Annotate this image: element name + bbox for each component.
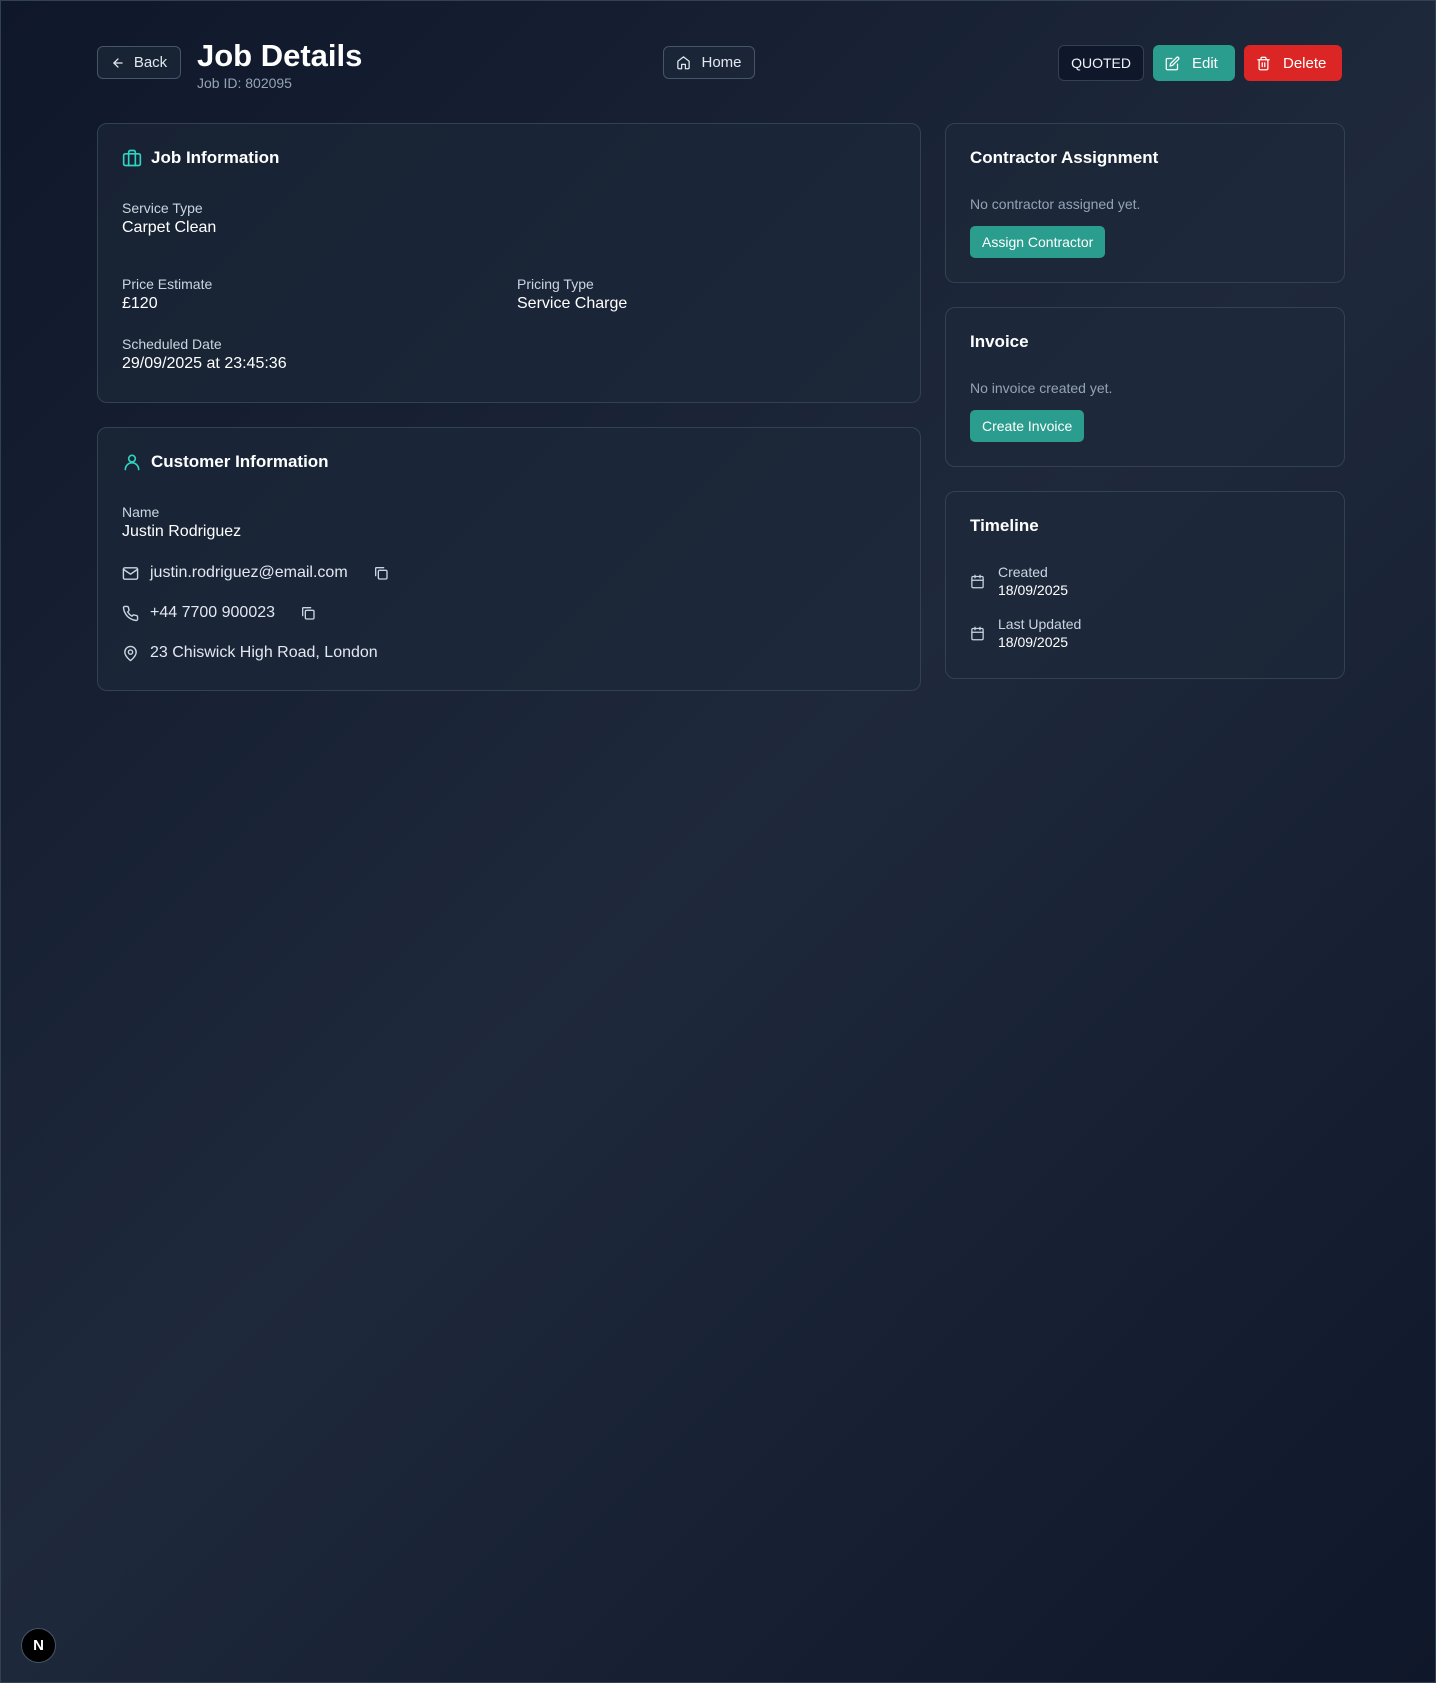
price-estimate-field: Price Estimate £120	[122, 276, 212, 313]
briefcase-icon	[122, 148, 142, 168]
home-button[interactable]: Home	[663, 46, 755, 79]
customer-information-heading: Customer Information	[122, 452, 329, 472]
scheduled-date-label: Scheduled Date	[122, 336, 222, 352]
customer-name-value: Justin Rodriguez	[122, 523, 242, 540]
created-date: 18/09/2025	[998, 582, 1069, 598]
scheduled-date-value: 29/09/2025 at 23:45:36	[122, 355, 287, 372]
job-information-title: Job Information	[151, 148, 280, 167]
header-actions: QUOTED Edit Delete	[1058, 45, 1342, 81]
customer-email[interactable]: justin.rodriguez@email.com	[150, 564, 348, 582]
back-label: Back	[133, 54, 168, 71]
price-estimate-value: £120	[122, 295, 158, 312]
home-label: Home	[701, 54, 742, 71]
timeline-card: Timeline Created 18/09/2025 Last Updated…	[945, 491, 1345, 679]
user-icon	[122, 452, 142, 472]
create-invoice-button[interactable]: Create Invoice	[970, 410, 1085, 442]
invoice-card: Invoice No invoice created yet. Create I…	[945, 307, 1345, 467]
timeline-title: Timeline	[970, 516, 1039, 535]
created-label: Created	[998, 564, 1048, 580]
service-type-label: Service Type	[122, 200, 203, 216]
customer-address-row: 23 Chiswick High Road, London	[122, 644, 378, 662]
dev-tools-badge[interactable]: N	[21, 1628, 56, 1663]
pricing-type-value: Service Charge	[517, 295, 628, 312]
customer-name-field: Name Justin Rodriguez	[122, 504, 241, 541]
calendar-icon	[970, 574, 985, 589]
contractor-assignment-card: Contractor Assignment No contractor assi…	[945, 123, 1345, 283]
status-badge: QUOTED	[1058, 45, 1144, 81]
copy-icon[interactable]	[373, 565, 389, 581]
edit-icon	[1165, 56, 1180, 71]
invoice-title: Invoice	[970, 332, 1029, 351]
phone-icon	[122, 605, 139, 622]
updated-date: 18/09/2025	[998, 634, 1069, 650]
invoice-empty-text: No invoice created yet.	[970, 380, 1113, 396]
delete-button[interactable]: Delete	[1244, 45, 1342, 81]
home-icon	[676, 55, 691, 70]
timeline-created: Created 18/09/2025	[970, 564, 1068, 598]
customer-phone[interactable]: +44 7700 900023	[150, 604, 275, 622]
pricing-type-field: Pricing Type Service Charge	[517, 276, 627, 313]
delete-label: Delete	[1283, 54, 1327, 72]
updated-label: Last Updated	[998, 616, 1082, 632]
job-id: Job ID: 802095	[197, 75, 292, 91]
arrow-left-icon	[111, 56, 125, 70]
customer-address: 23 Chiswick High Road, London	[150, 644, 378, 661]
price-estimate-label: Price Estimate	[122, 276, 213, 292]
customer-email-row: justin.rodriguez@email.com	[122, 564, 389, 582]
page-title: Job Details	[197, 38, 363, 73]
assign-contractor-button[interactable]: Assign Contractor	[970, 226, 1106, 258]
edit-button[interactable]: Edit	[1153, 45, 1235, 81]
edit-label: Edit	[1192, 54, 1218, 72]
customer-name-label: Name	[122, 504, 160, 520]
copy-icon[interactable]	[300, 605, 316, 621]
timeline-updated: Last Updated 18/09/2025	[970, 616, 1081, 650]
service-type-value: Carpet Clean	[122, 219, 217, 236]
page-header: Back Job Details Job ID: 802095 Home QUO…	[97, 38, 1342, 94]
calendar-icon	[970, 626, 985, 641]
title-block: Job Details Job ID: 802095	[197, 38, 362, 91]
scheduled-date-field: Scheduled Date 29/09/2025 at 23:45:36	[122, 336, 287, 373]
job-information-card: Job Information Service Type Carpet Clea…	[97, 123, 921, 403]
customer-information-card: Customer Information Name Justin Rodrigu…	[97, 427, 921, 691]
map-pin-icon	[122, 645, 139, 662]
contractor-assignment-title: Contractor Assignment	[970, 148, 1159, 167]
contractor-empty-text: No contractor assigned yet.	[970, 196, 1141, 212]
service-type-field: Service Type Carpet Clean	[122, 200, 216, 237]
job-information-heading: Job Information	[122, 148, 279, 168]
mail-icon	[122, 565, 139, 582]
customer-information-title: Customer Information	[151, 452, 329, 471]
pricing-type-label: Pricing Type	[517, 276, 594, 292]
trash-icon	[1256, 56, 1271, 71]
customer-phone-row: +44 7700 900023	[122, 604, 316, 622]
back-button[interactable]: Back	[97, 46, 181, 79]
